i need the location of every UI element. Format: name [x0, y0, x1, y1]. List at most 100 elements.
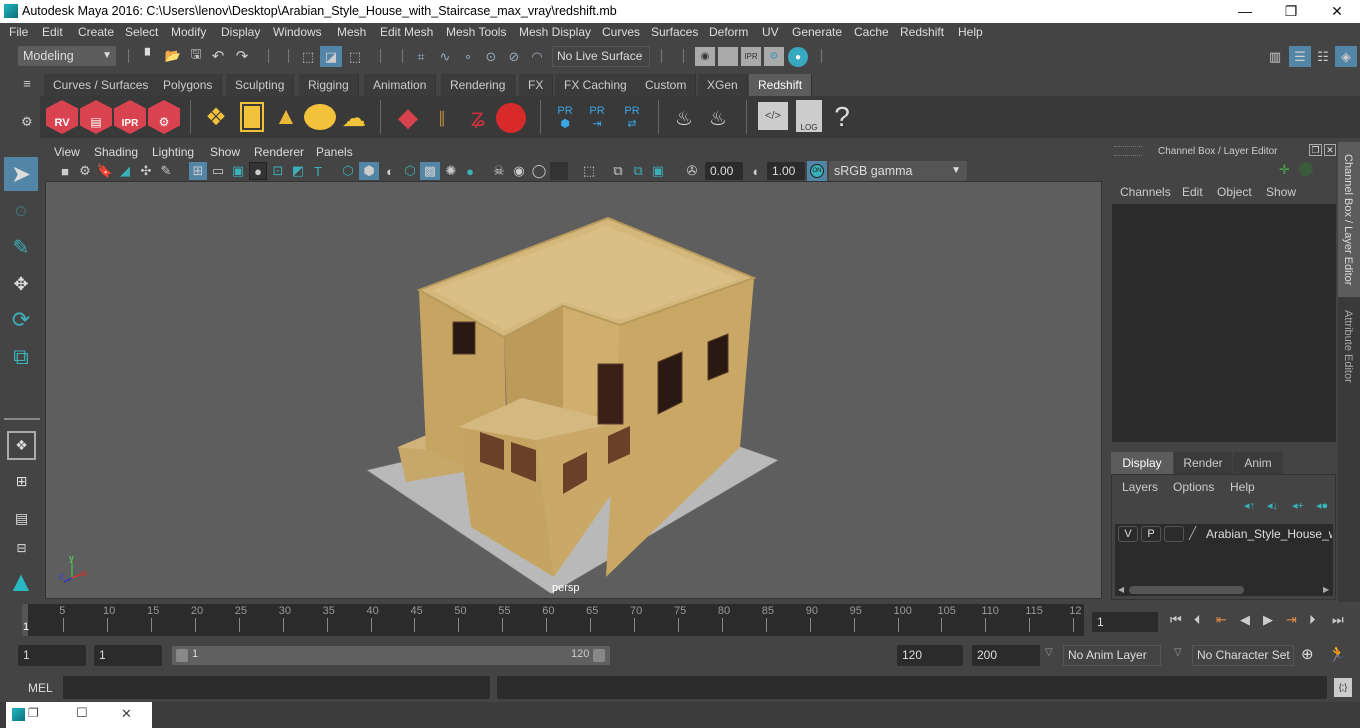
viewport-menu-view[interactable]: View	[54, 145, 80, 159]
hypershade-icon[interactable]: ●	[788, 47, 808, 67]
menu-edit[interactable]: Edit	[42, 25, 63, 39]
menu-help[interactable]: Help	[958, 25, 983, 39]
gate-mask-icon[interactable]: ●	[249, 162, 267, 180]
menu-file[interactable]: File	[9, 25, 28, 39]
layer-display-type-toggle[interactable]	[1164, 526, 1184, 542]
viewport-menu-renderer[interactable]: Renderer	[254, 145, 304, 159]
wireframe-icon[interactable]: ⬡	[339, 162, 357, 180]
four-view-layout-icon[interactable]: ⊞	[7, 467, 36, 496]
time-slider-track[interactable]: 1 5 10 15 20 25 30 35 40 45 50 55 60 65 70 75 80 85 90 95 1…	[22, 604, 1084, 636]
menu-mesh-display[interactable]: Mesh Display	[519, 25, 591, 39]
layer-list-scrollbar[interactable]: ◀ ▶	[1115, 584, 1333, 596]
channel-list[interactable]	[1112, 204, 1336, 442]
animation-start-field[interactable]: 1	[18, 645, 86, 666]
redshift-sprite-icon[interactable]: ʑ	[464, 101, 492, 133]
modeling-toolkit-icon[interactable]: ▥	[1266, 47, 1284, 66]
channel-menu-edit[interactable]: Edit	[1182, 185, 1203, 199]
shelf-tab-curves-surfaces[interactable]: Curves / Surfaces	[44, 74, 159, 96]
shelf-tab-animation[interactable]: Animation	[364, 74, 437, 96]
safe-action-icon[interactable]: ◩	[289, 162, 307, 180]
redshift-volume-icon[interactable]: ◆	[394, 101, 422, 133]
redshift-ipr-icon[interactable]: IPR	[114, 100, 146, 134]
xray-joints-icon[interactable]: ⧉	[609, 162, 627, 180]
viewport-menu-lighting[interactable]: Lighting	[152, 145, 194, 159]
redshift-hair-icon[interactable]: ∥	[426, 104, 458, 132]
layer-tab-render[interactable]: Render	[1174, 452, 1232, 474]
manipulator-axis-icon[interactable]: ✛	[1279, 162, 1290, 178]
safe-title-icon[interactable]: T	[309, 162, 327, 180]
shelf-tab-xgen[interactable]: XGen	[698, 74, 748, 96]
anim-layer-selector[interactable]: No Anim Layer	[1063, 645, 1161, 666]
textured-icon[interactable]: ▩	[420, 162, 440, 180]
menu-deform[interactable]: Deform	[709, 25, 748, 39]
menu-display[interactable]: Display	[221, 25, 260, 39]
move-layer-down-icon[interactable]: ◂↓	[1267, 499, 1278, 512]
snap-point-icon[interactable]: ∘	[459, 47, 477, 66]
select-hierarchy-icon[interactable]: ⬚	[298, 47, 318, 66]
script-editor-icon[interactable]: {;}	[1334, 678, 1352, 697]
viewport-menu-shading[interactable]: Shading	[94, 145, 138, 159]
step-forward-key-icon[interactable]: ⇥	[1286, 612, 1297, 628]
screen-space-ao-icon[interactable]: ☠	[490, 162, 508, 180]
float-panel-icon[interactable]: ❐	[1309, 144, 1322, 156]
scale-tool-icon[interactable]: ⧉	[4, 340, 38, 374]
new-scene-icon[interactable]: ▘	[142, 47, 158, 65]
redshift-render-view-icon[interactable]: RV	[46, 100, 78, 134]
redshift-material-ball-icon[interactable]	[496, 103, 526, 133]
character-set-chevron-icon[interactable]: ▽	[1174, 647, 1182, 658]
shelf-tab-custom[interactable]: Custom	[636, 74, 697, 96]
range-start-handle[interactable]	[176, 649, 188, 662]
play-forwards-icon[interactable]: ▶	[1263, 612, 1273, 628]
xray-components-icon[interactable]: ⧉	[629, 162, 647, 180]
select-tool-icon[interactable]: ➤	[4, 157, 38, 191]
auto-key-icon[interactable]: ⊕	[1301, 645, 1314, 663]
shelf-tab-rendering[interactable]: Rendering	[441, 74, 516, 96]
lasso-tool-icon[interactable]: ◌	[4, 195, 38, 227]
render-view-icon[interactable]: ◉	[695, 47, 715, 66]
menu-edit-mesh[interactable]: Edit Mesh	[380, 25, 433, 39]
image-plane-icon[interactable]: ◢	[117, 163, 133, 179]
open-scene-icon[interactable]: 📂	[164, 47, 182, 65]
snap-surface-icon[interactable]: ◠	[528, 47, 546, 66]
camera-attributes-icon[interactable]: ⚙	[77, 163, 93, 179]
step-back-key-icon[interactable]: ⇤	[1216, 612, 1227, 628]
animation-preferences-icon[interactable]: 🏃	[1328, 645, 1347, 663]
attribute-editor-toggle-icon[interactable]: ☰	[1289, 46, 1311, 67]
paint-select-tool-icon[interactable]: ✎	[4, 231, 38, 263]
wireframe-on-shaded-icon[interactable]: ◐	[381, 162, 399, 180]
anim-layer-chevron-icon[interactable]: ▽	[1045, 647, 1053, 658]
shadows-icon[interactable]: ●	[461, 162, 479, 180]
layer-menu-options[interactable]: Options	[1173, 480, 1214, 494]
close-button[interactable]: ✕	[1314, 0, 1360, 23]
menu-generate[interactable]: Generate	[792, 25, 842, 39]
step-back-frame-icon[interactable]: ⏴	[1194, 612, 1201, 628]
shelf-tab-redshift[interactable]: Redshift	[749, 74, 813, 96]
redshift-log-icon[interactable]: LOG	[796, 100, 822, 132]
outliner-persp-layout-icon[interactable]: ▤	[7, 504, 36, 533]
layer-visibility-toggle[interactable]: V	[1118, 526, 1138, 542]
panel-drag-handle[interactable]	[1114, 146, 1142, 156]
playback-start-field[interactable]: 1	[94, 645, 162, 666]
maximize-small-button[interactable]: ☐	[76, 705, 88, 721]
save-scene-icon[interactable]: 🖫	[188, 46, 204, 65]
step-forward-frame-icon[interactable]: ⏵	[1309, 612, 1316, 628]
menu-mesh-tools[interactable]: Mesh Tools	[446, 25, 506, 39]
motion-blur-icon[interactable]: ◉	[510, 162, 528, 180]
select-camera-icon[interactable]: ■	[57, 163, 73, 179]
gamma-field[interactable]: 1.00	[767, 162, 805, 180]
menu-modify[interactable]: Modify	[171, 25, 206, 39]
shelf-menu-icon[interactable]: ≡	[20, 76, 34, 96]
shelf-tab-rigging[interactable]: Rigging	[299, 74, 359, 96]
use-all-lights-icon[interactable]: ✺	[442, 162, 460, 180]
render-settings-icon[interactable]: ⚙	[764, 47, 784, 66]
redshift-render-sequence-icon[interactable]: ▤	[80, 100, 112, 134]
menu-windows[interactable]: Windows	[273, 25, 322, 39]
redshift-sun-sky-icon[interactable]: ☁	[338, 104, 370, 132]
range-slider-bar[interactable]: 1 120	[172, 646, 610, 665]
redshift-portal-light-icon[interactable]	[240, 102, 264, 132]
playback-end-field[interactable]: 120	[897, 645, 963, 666]
exposure-field[interactable]: 0.00	[705, 162, 743, 180]
channel-menu-show[interactable]: Show	[1266, 185, 1296, 199]
shelf-tab-fx[interactable]: FX	[519, 74, 554, 96]
2d-pan-zoom-icon[interactable]: ✣	[138, 163, 154, 179]
